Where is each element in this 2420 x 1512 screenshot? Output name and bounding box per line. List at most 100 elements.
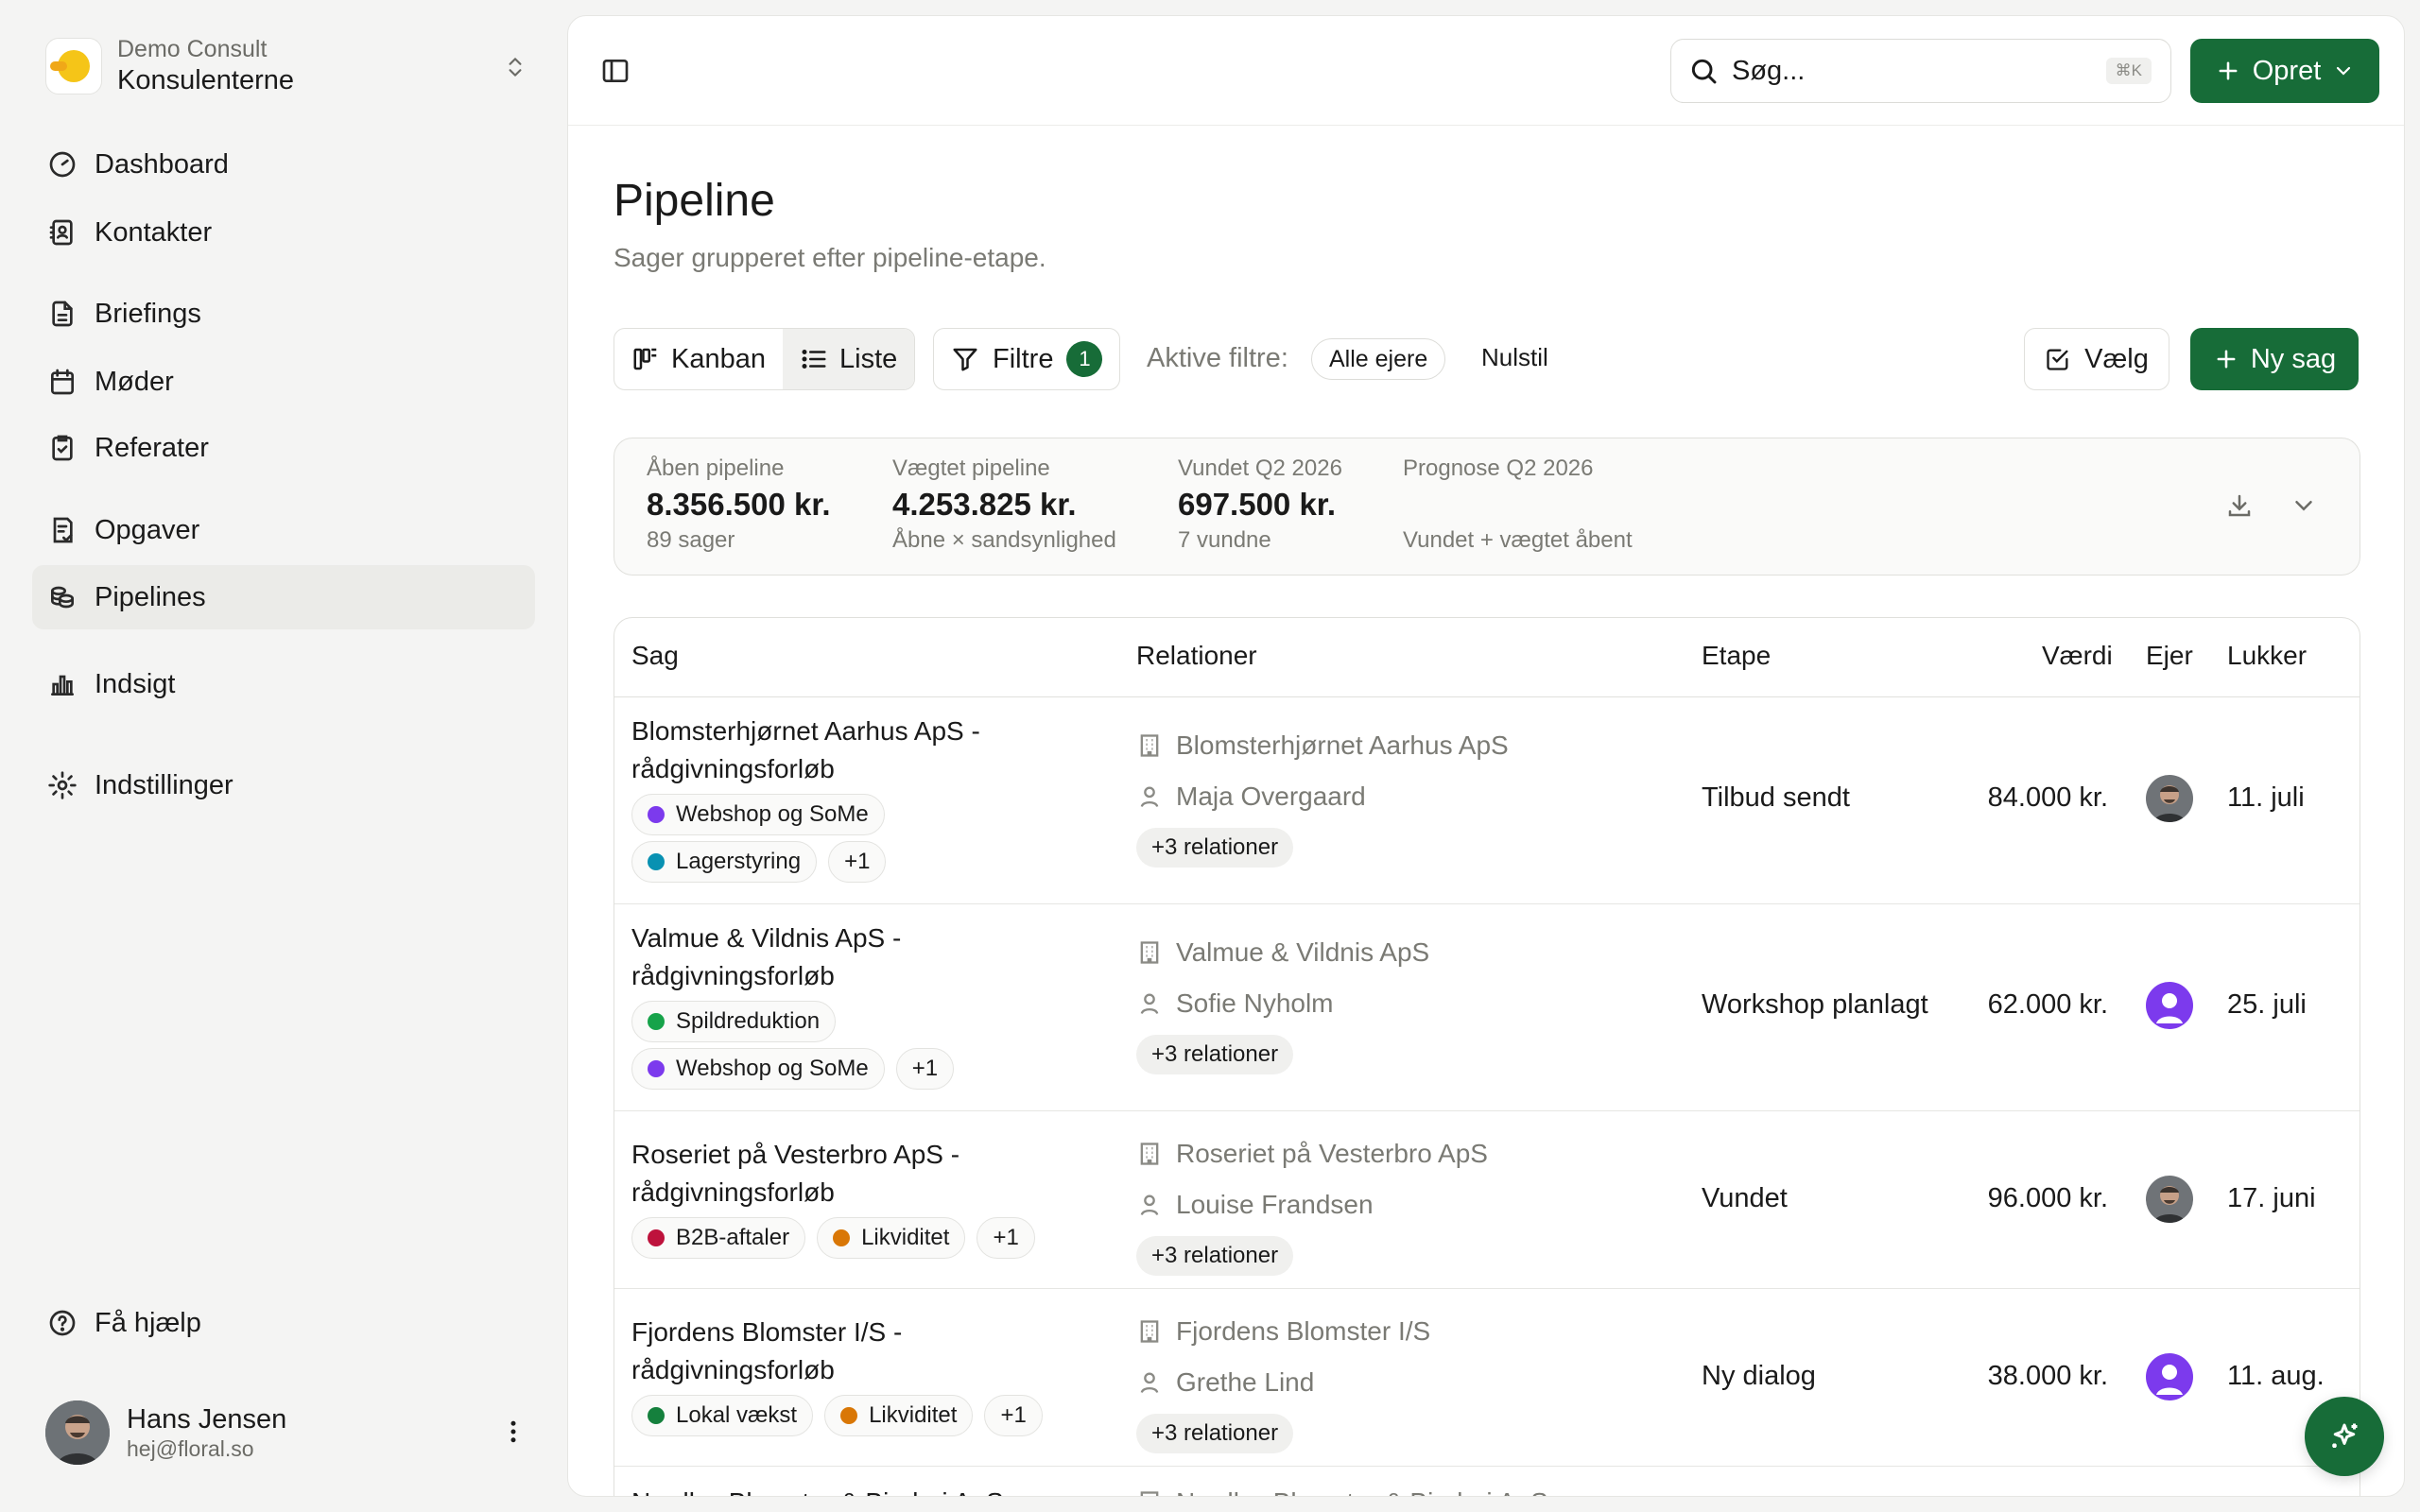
search-input[interactable]: Søg... ⌘K xyxy=(1670,39,2171,103)
sidebar-item-meetings[interactable]: Møder xyxy=(32,350,535,414)
sidebar-item-pipelines[interactable]: Pipelines xyxy=(32,565,535,629)
more-tags-badge[interactable]: +1 xyxy=(977,1217,1035,1259)
user-icon xyxy=(1140,786,1159,808)
filter-count-badge: 1 xyxy=(1066,341,1103,377)
new-deal-button[interactable]: Ny sag xyxy=(2190,328,2359,390)
tag: Webshop og SoMe xyxy=(631,1048,885,1090)
table-row[interactable]: Blomsterhjørnet Aarhus ApS - rådgivnings… xyxy=(614,697,2360,904)
column-header-stage[interactable]: Etape xyxy=(1702,641,1771,671)
table-row[interactable]: Valmue & Vildnis ApS - rådgivningsforløb… xyxy=(614,904,2360,1111)
deal-stage: Workshop planlagt xyxy=(1702,989,1928,1020)
more-relations-badge[interactable]: +3 relationer xyxy=(1136,828,1294,868)
user-profile[interactable]: Hans Jensen hej@floral.so xyxy=(45,1399,537,1467)
workspace-logo xyxy=(45,38,102,94)
building-icon xyxy=(1140,1320,1159,1343)
sidebar-item-settings[interactable]: Indstillinger xyxy=(32,753,535,817)
deal-title[interactable]: Roseriet på Vesterbro ApS - rådgivningsf… xyxy=(631,1136,1047,1211)
deal-value: 38.000 kr. xyxy=(1987,1361,2108,1391)
gauge-icon xyxy=(49,151,76,178)
kanban-view-button[interactable]: Kanban xyxy=(614,329,783,389)
sidebar-item-minutes[interactable]: Referater xyxy=(32,416,535,480)
deal-title[interactable]: Fjordens Blomster I/S - rådgivningsforlø… xyxy=(631,1314,1047,1389)
sidebar-item-label: Møder xyxy=(95,366,174,397)
stat-forecast-quarter: Prognose Q2 2026 Vundet + vægtet åbent xyxy=(1403,454,1633,556)
owner-filter-chip[interactable]: Alle ejere xyxy=(1311,338,1446,380)
coins-icon xyxy=(51,586,74,609)
select-button[interactable]: Vælg xyxy=(2024,328,2169,390)
table-row[interactable]: Roseriet på Vesterbro ApS - rådgivningsf… xyxy=(614,1111,2360,1289)
table-row[interactable]: Fjordens Blomster I/S - rådgivningsforlø… xyxy=(614,1289,2360,1467)
relation-company[interactable]: Nordlys Blomster & Binderi ApS xyxy=(1136,1484,1548,1496)
ai-assistant-button[interactable] xyxy=(2305,1397,2384,1476)
column-header-value[interactable]: Værdi xyxy=(2042,641,2113,671)
sidebar-item-briefings[interactable]: Briefings xyxy=(32,282,535,346)
table-row[interactable]: Nordlys Blomster & Binderi ApS - Nordlys… xyxy=(614,1467,2360,1496)
stat-value: 4.253.825 kr. xyxy=(892,487,1077,522)
sidebar: Demo Consult Konsulenterne Dashboard Kon… xyxy=(0,0,567,1512)
building-icon xyxy=(1140,1143,1159,1165)
sidebar-item-label: Indsigt xyxy=(95,668,176,699)
filter-button[interactable]: Filtre 1 xyxy=(933,328,1121,390)
tag: Webshop og SoMe xyxy=(631,794,885,835)
sidebar-item-insights[interactable]: Indsigt xyxy=(32,652,535,716)
column-header-deal[interactable]: Sag xyxy=(631,641,679,671)
sidebar-item-label: Briefings xyxy=(95,298,201,329)
deal-title[interactable]: Blomsterhjørnet Aarhus ApS - rådgivnings… xyxy=(631,713,1047,788)
relation-contact[interactable]: Sofie Nyholm xyxy=(1136,978,1429,1029)
view-toggle: Kanban Liste xyxy=(614,328,916,390)
relation-company[interactable]: Roseriet på Vesterbro ApS xyxy=(1136,1128,1488,1179)
relation-contact[interactable]: Grethe Lind xyxy=(1136,1357,1430,1408)
stat-label: Åben pipeline xyxy=(647,455,785,481)
stat-note: Vundet + vægtet åbent xyxy=(1403,527,1633,553)
list-icon xyxy=(802,350,826,369)
workspace-switcher[interactable]: Demo Consult Konsulenterne xyxy=(45,32,527,100)
kanban-icon xyxy=(633,348,657,370)
reset-filters-link[interactable]: Nulstil xyxy=(1481,343,1548,372)
more-relations-badge[interactable]: +3 relationer xyxy=(1136,1236,1294,1276)
create-button[interactable]: Opret xyxy=(2190,39,2379,103)
list-view-button[interactable]: Liste xyxy=(783,329,915,389)
page-subtitle: Sager grupperet efter pipeline-etape. xyxy=(614,243,1046,272)
more-relations-badge[interactable]: +3 relationer xyxy=(1136,1414,1294,1453)
workspace-name: Konsulenterne xyxy=(117,65,295,95)
more-vertical-icon[interactable] xyxy=(499,1418,527,1446)
stat-note: 7 vundne xyxy=(1178,527,1271,553)
more-relations-badge[interactable]: +3 relationer xyxy=(1136,1035,1294,1074)
relation-contact[interactable]: Maja Overgaard xyxy=(1136,771,1509,822)
more-tags-badge[interactable]: +1 xyxy=(984,1395,1043,1436)
deal-title[interactable]: Nordlys Blomster & Binderi ApS - xyxy=(631,1484,1047,1496)
sidebar-item-label: Dashboard xyxy=(95,148,229,180)
plus-icon xyxy=(2219,61,2238,80)
search-icon xyxy=(1691,59,1717,84)
sidebar-item-dashboard[interactable]: Dashboard xyxy=(32,132,535,197)
stat-weighted-pipeline: Vægtet pipeline 4.253.825 kr. Åbne × san… xyxy=(892,454,1116,556)
avatar xyxy=(45,1400,110,1465)
deal-title[interactable]: Valmue & Vildnis ApS - rådgivningsforløb xyxy=(631,919,1047,995)
sidebar-item-tasks[interactable]: Opgaver xyxy=(32,498,535,562)
more-tags-badge[interactable]: +1 xyxy=(895,1048,955,1090)
relation-contact[interactable]: Louise Frandsen xyxy=(1136,1179,1488,1230)
relation-company[interactable]: Valmue & Vildnis ApS xyxy=(1136,927,1429,978)
column-header-close[interactable]: Lukker xyxy=(2227,641,2307,671)
sidebar-toggle-icon[interactable] xyxy=(600,56,631,86)
sidebar-item-help[interactable]: Få hjælp xyxy=(32,1291,535,1355)
download-icon[interactable] xyxy=(2225,491,2254,520)
tag: Likviditet xyxy=(817,1217,966,1259)
stat-value: 697.500 kr. xyxy=(1178,487,1336,522)
tag: Spildreduktion xyxy=(631,1001,837,1042)
column-header-relations[interactable]: Relationer xyxy=(1136,641,1257,671)
user-icon xyxy=(1140,1194,1159,1216)
avatar xyxy=(2146,775,2193,822)
document-icon xyxy=(52,301,73,327)
chevron-down-icon[interactable] xyxy=(2290,491,2318,520)
more-tags-badge[interactable]: +1 xyxy=(828,841,887,883)
new-deal-label: Ny sag xyxy=(2250,343,2337,374)
column-header-owner[interactable]: Ejer xyxy=(2146,641,2193,671)
chevron-updown-icon xyxy=(503,53,527,81)
relation-company[interactable]: Fjordens Blomster I/S xyxy=(1136,1306,1430,1357)
relation-company[interactable]: Blomsterhjørnet Aarhus ApS xyxy=(1136,720,1509,771)
avatar xyxy=(2146,1176,2193,1223)
deal-stage: Ny dialog xyxy=(1702,1361,1816,1391)
help-circle-icon xyxy=(49,1310,76,1336)
sidebar-item-contacts[interactable]: Kontakter xyxy=(32,200,535,265)
